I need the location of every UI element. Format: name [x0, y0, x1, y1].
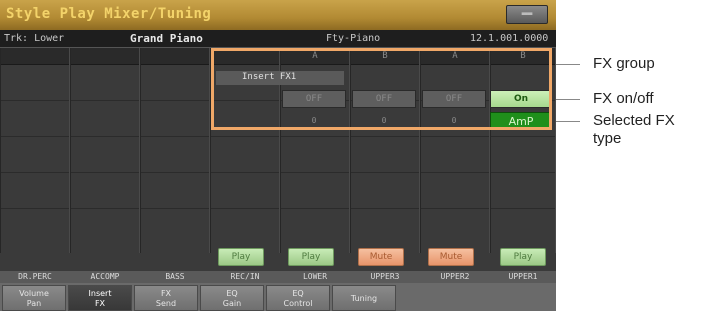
track-label: Trk: Lower: [4, 33, 65, 44]
column-header: [141, 48, 209, 65]
tab-insert-fx[interactable]: Insert FX: [68, 285, 132, 311]
channel-label: UPPER1: [508, 272, 538, 281]
channel-label: BASS: [165, 272, 185, 281]
tab-label: Tuning: [350, 294, 378, 303]
tab-eq-gain[interactable]: EQ Gain: [200, 285, 264, 311]
column-header: [1, 48, 69, 65]
callout-fx-group: FX group: [593, 55, 655, 72]
callout-line: [556, 99, 580, 100]
tab-fx-send[interactable]: FX Send: [134, 285, 198, 311]
callout-line: [556, 121, 580, 122]
channel-label: UPPER3: [370, 272, 400, 281]
mixer-screen: Style Play Mixer/Tuning ▬▬ Trk: Lower Gr…: [0, 0, 556, 311]
tab-bar: Volume Pan Insert FX FX Send EQ Gain EQ …: [0, 283, 556, 311]
tab-label: Insert FX: [88, 289, 112, 308]
channel-label: UPPER2: [440, 272, 470, 281]
tab-label: EQ Gain: [222, 289, 242, 308]
mute-button[interactable]: Mute: [358, 248, 404, 266]
column-header: [71, 48, 139, 65]
channel-label: DR.PERC: [18, 272, 52, 281]
callout-line: [556, 64, 580, 65]
tab-volume-pan[interactable]: Volume Pan: [2, 285, 66, 311]
play-button[interactable]: Play: [288, 248, 334, 266]
sound-name[interactable]: Grand Piano: [130, 32, 203, 45]
page-menu-button[interactable]: ▬▬: [506, 5, 548, 24]
sound-category: Fty-Piano: [326, 33, 381, 44]
bank-number: 12.1.001.0000: [470, 33, 549, 44]
channel-column[interactable]: [70, 48, 140, 253]
play-button[interactable]: Play: [500, 248, 546, 266]
tab-tuning[interactable]: Tuning: [332, 285, 396, 311]
channel-column[interactable]: [0, 48, 70, 253]
mute-button[interactable]: Mute: [428, 248, 474, 266]
tab-label: Volume Pan: [19, 289, 49, 308]
fx-highlight-box: [211, 48, 552, 130]
channel-label: LOWER: [302, 272, 328, 281]
tab-label: FX Send: [155, 289, 177, 308]
channel-label: ACCOMP: [90, 272, 120, 281]
channel-labels-row: DR.PERC ACCOMP BASS REC/IN LOWER UPPER3 …: [0, 271, 556, 283]
channel-label: REC/IN: [230, 272, 260, 281]
callout-fx-onoff: FX on/off: [593, 90, 654, 107]
tab-label: EQ Control: [283, 289, 313, 308]
channel-column[interactable]: [140, 48, 210, 253]
track-info-bar[interactable]: Trk: Lower Grand Piano Fty-Piano 12.1.00…: [0, 30, 556, 48]
tab-eq-control[interactable]: EQ Control: [266, 285, 330, 311]
callout-selected-fx: Selected FX type: [593, 112, 675, 147]
page-title: Style Play Mixer/Tuning: [6, 6, 212, 22]
play-button[interactable]: Play: [218, 248, 264, 266]
title-bar: Style Play Mixer/Tuning ▬▬: [0, 0, 556, 30]
